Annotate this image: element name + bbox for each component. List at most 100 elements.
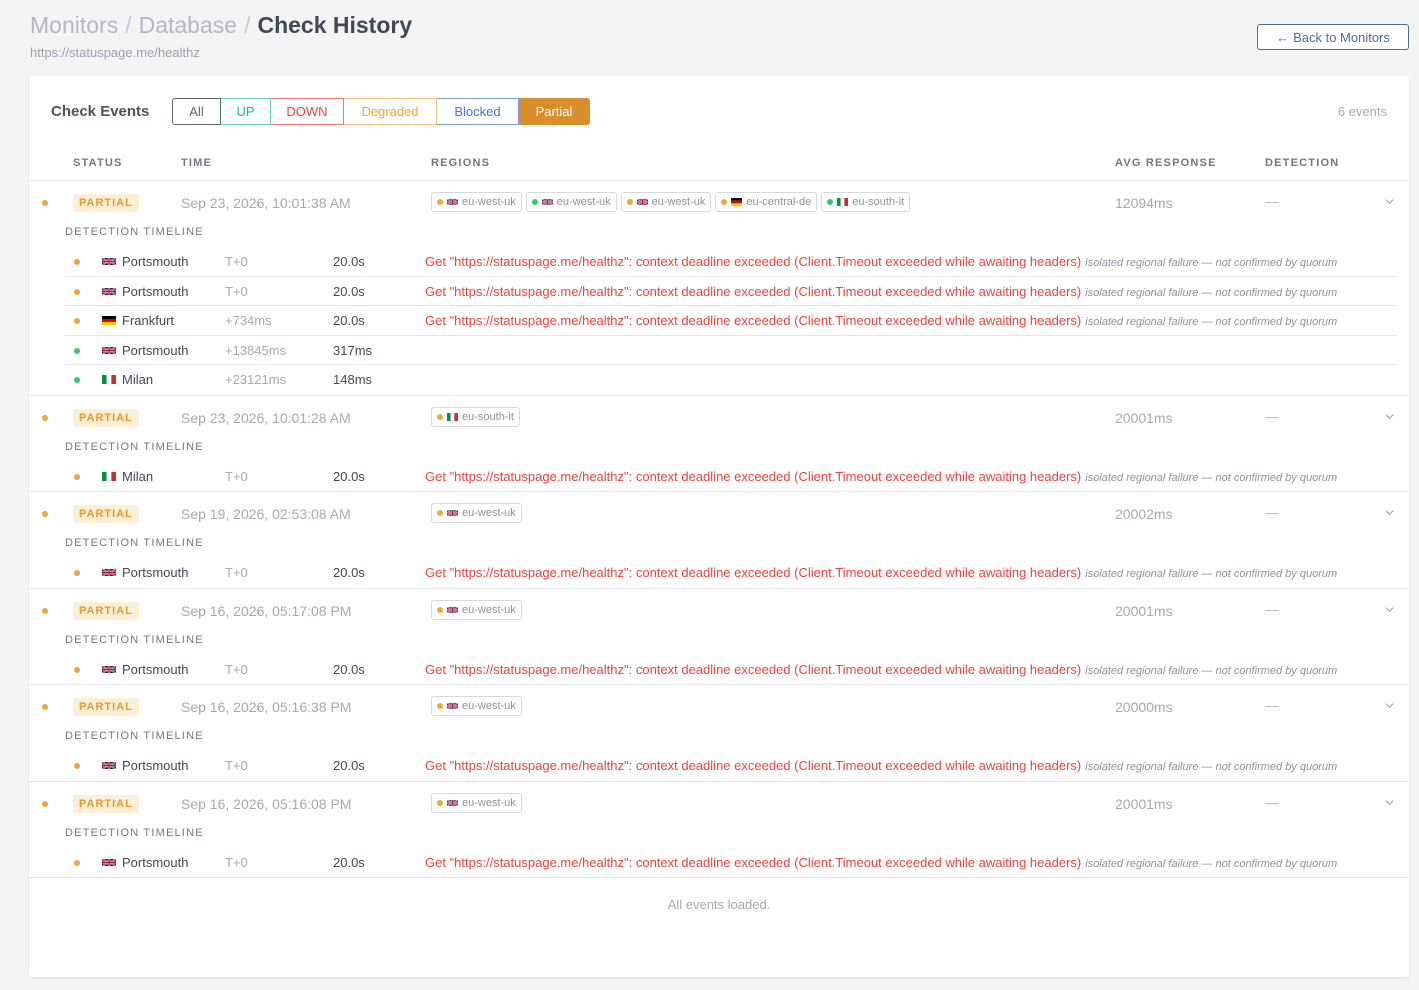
region-chip: eu-west-uk [525, 192, 617, 212]
detection-timeline: Portsmouth T+0 20.0s Get "https://statuspag… [65, 841, 1397, 878]
avg-response: 20002ms [1115, 506, 1173, 522]
column-detection: DETECTION [1265, 157, 1340, 169]
status-dot [42, 511, 48, 517]
region-chips: eu-south-it [431, 406, 520, 427]
chevron-down-icon[interactable] [1385, 508, 1394, 517]
timeline-status-dot [74, 347, 80, 354]
error-note: isolated regional failure — not confirme… [1085, 761, 1338, 773]
timeline-error: Get "https://statuspage.me/healthz": con… [425, 662, 1337, 677]
region-status-dot [437, 510, 443, 516]
region-name: eu-south-it [852, 196, 905, 208]
timeline-status-dot [74, 570, 80, 576]
timeline-status-dot [74, 473, 80, 480]
region-chip: eu-west-uk [431, 192, 522, 212]
status-dot [42, 800, 48, 807]
chevron-down-icon[interactable] [1385, 412, 1394, 421]
event-time: Sep 16, 2026, 05:16:08 PM [181, 795, 352, 812]
breadcrumb-monitors[interactable]: Monitors [30, 12, 118, 39]
chevron-down-icon[interactable] [1385, 197, 1394, 206]
timeline-duration: 20.0s [333, 283, 365, 299]
timeline-offset: T+0 [225, 565, 248, 580]
error-note: isolated regional failure — not confirme… [1085, 316, 1338, 328]
status-badge: PARTIAL [73, 505, 139, 523]
region-chips: eu-west-uk [431, 503, 522, 523]
timeline-error: Get "https://statuspage.me/healthz": con… [425, 855, 1337, 870]
region-chips: eu-west-uk [431, 696, 522, 716]
region-chip: eu-south-it [431, 406, 520, 427]
region-name: eu-west-uk [462, 603, 516, 616]
filter-blocked-button[interactable]: Blocked [437, 98, 519, 125]
region-chip: eu-west-uk [431, 599, 522, 620]
region-status-dot [721, 199, 728, 205]
region-chip: eu-west-uk [431, 792, 522, 813]
detection-value: — [1265, 697, 1279, 713]
detection-timeline-label: DETECTION TIMELINE [65, 826, 204, 839]
region-chips: eu-west-uk [431, 599, 522, 620]
region-chips: eu-west-uk [431, 792, 522, 813]
region-chip: eu-west-uk [431, 696, 522, 716]
status-badge: PARTIAL [73, 194, 139, 212]
events-footer: All events loaded. [667, 896, 771, 912]
error-note: isolated regional failure — not confirme… [1085, 857, 1338, 870]
column-regions: REGIONS [431, 157, 491, 169]
chevron-down-icon[interactable] [1385, 605, 1394, 614]
timeline-duration: 317ms [333, 342, 373, 358]
timeline-duration: 20.0s [333, 468, 365, 484]
filter-degraded-button[interactable]: Degraded [344, 98, 437, 125]
event-time: Sep 19, 2026, 02:53:08 AM [181, 506, 351, 522]
region-chip: eu-south-it [821, 192, 911, 212]
table-header: STATUS TIME REGIONS AVG RESPONSE DETECTI… [29, 146, 1409, 181]
status-dot [42, 607, 48, 614]
event-row[interactable]: PARTIAL Sep 23, 2026, 10:01:38 AM eu-west-… [29, 181, 1409, 396]
region-status-dot [437, 199, 443, 205]
uk-flag-icon [636, 198, 648, 206]
event-row[interactable]: PARTIAL Sep 19, 2026, 02:53:08 AM eu-west-… [29, 492, 1409, 589]
timeline-offset: T+0 [225, 758, 248, 773]
detection-timeline: Milan T+0 20.0s Get "https://statuspage.me/… [65, 455, 1397, 492]
status-badge: PARTIAL [73, 601, 139, 620]
italy-flag-icon [837, 198, 849, 206]
timeline-city: Milan [122, 372, 154, 387]
uk-flag-icon [102, 345, 116, 355]
breadcrumb-separator: / [125, 12, 132, 38]
uk-flag-icon [447, 702, 458, 710]
filter-down-button[interactable]: DOWN [271, 98, 344, 125]
timeline-city: Portsmouth [122, 342, 189, 358]
italy-flag-icon [102, 375, 116, 384]
detection-timeline-label: DETECTION TIMELINE [65, 730, 204, 742]
event-row[interactable]: PARTIAL Sep 23, 2026, 10:01:28 AM eu-south… [29, 396, 1409, 492]
card-title: Check Events [51, 103, 150, 120]
uk-flag-icon [102, 857, 116, 867]
detection-timeline-label: DETECTION TIMELINE [65, 226, 204, 238]
region-chips: eu-west-uk eu-west-uk eu-west-uk eu-central… [431, 192, 911, 212]
region-name: eu-west-uk [462, 796, 516, 809]
breadcrumb-separator: / [244, 12, 251, 38]
breadcrumb-database[interactable]: Database [139, 12, 237, 39]
status-dot [42, 704, 48, 710]
event-time: Sep 16, 2026, 05:16:38 PM [181, 699, 352, 715]
event-row[interactable]: PARTIAL Sep 16, 2026, 05:17:08 PM eu-west-… [29, 589, 1409, 685]
event-row[interactable]: PARTIAL Sep 16, 2026, 05:16:38 PM eu-west-… [29, 685, 1409, 782]
chevron-down-icon[interactable] [1385, 798, 1394, 807]
uk-flag-icon [102, 257, 116, 266]
column-time: TIME [181, 157, 213, 169]
event-row[interactable]: PARTIAL Sep 16, 2026, 05:16:08 PM eu-west-… [29, 782, 1409, 878]
timeline-status-dot [74, 859, 80, 866]
region-chip: eu-west-uk [431, 503, 522, 523]
filter-up-button[interactable]: UP [221, 98, 271, 125]
back-to-monitors-button[interactable]: ← Back to Monitors [1257, 24, 1409, 50]
avg-response: 20001ms [1115, 409, 1173, 426]
timeline-city: Portsmouth [122, 758, 189, 773]
timeline-row: Milan T+0 20.0s Get "https://statuspage.me/… [65, 462, 1397, 492]
timeline-city: Portsmouth [122, 283, 189, 299]
timeline-duration: 20.0s [333, 758, 365, 773]
filter-all-button[interactable]: All [172, 98, 221, 125]
error-note: isolated regional failure — not confirme… [1085, 471, 1338, 484]
chevron-down-icon[interactable] [1385, 701, 1394, 710]
timeline-duration: 148ms [333, 372, 373, 387]
timeline-offset: T+0 [225, 254, 248, 269]
avg-response: 20001ms [1115, 795, 1173, 812]
timeline-offset: +13845ms [225, 342, 287, 358]
filter-partial-button[interactable]: Partial [519, 98, 590, 125]
check-events-card: Check Events All UP DOWN Degraded Blocke… [29, 76, 1409, 977]
